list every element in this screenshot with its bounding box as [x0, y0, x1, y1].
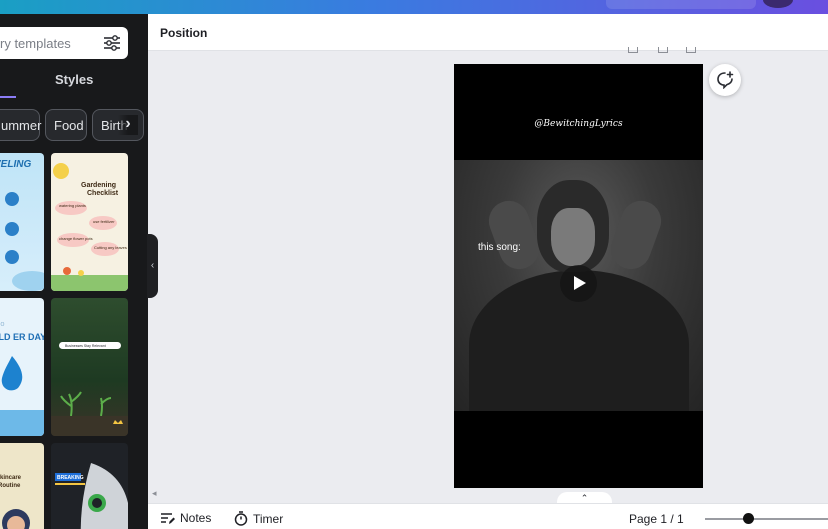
play-icon[interactable] [560, 265, 597, 302]
sliders-icon[interactable] [102, 33, 122, 53]
template-thumbnail-plant-growth[interactable]: Businesses Stay Relevant [51, 298, 128, 436]
active-tab-indicator [0, 96, 16, 98]
svg-text:Businesses Stay Relevant: Businesses Stay Relevant [65, 344, 106, 348]
video-caption: this song: [478, 242, 521, 253]
lock-page-icon[interactable] [628, 47, 638, 53]
timer-icon [234, 511, 248, 526]
travel-template-art: VELING [0, 159, 44, 291]
chevron-up-icon: ⌃ [580, 493, 589, 503]
svg-text:RLD ER DAY: RLD ER DAY [0, 332, 44, 342]
tab-styles[interactable]: Styles [55, 72, 93, 87]
svg-text:Checklist: Checklist [87, 190, 119, 197]
sidebar-tabs: Styles [0, 68, 148, 98]
skincare-template-art: Skincare Routine [0, 475, 30, 529]
timer-button[interactable]: Timer [234, 511, 283, 526]
svg-text:Routine: Routine [0, 483, 21, 489]
svg-text:change flower pots: change flower pots [59, 236, 93, 241]
add-page-icon[interactable] [686, 47, 696, 53]
top-bar-search-pill[interactable] [606, 0, 756, 9]
horizontal-scrollbar[interactable]: ◂ [148, 488, 828, 501]
template-thumbnail-traveling[interactable]: VELING [0, 153, 44, 291]
design-page[interactable]: @BewitchingLyrics this song: [454, 64, 703, 488]
notes-label: Notes [180, 511, 212, 525]
timer-label: Timer [253, 511, 284, 526]
chevron-right-icon[interactable]: › [118, 115, 138, 135]
category-chip-food[interactable]: Food [45, 109, 87, 141]
context-toolbar: Position [148, 14, 828, 51]
water-day-template-art: A O RLD ER DAY [0, 322, 44, 436]
template-title: Skincare [0, 475, 22, 481]
template-title: VELING [0, 159, 31, 170]
top-gradient-bar [0, 0, 828, 14]
plant-template-art: Businesses Stay Relevant [51, 342, 128, 436]
template-thumbnail-breaking-news[interactable]: BREAKING [51, 443, 128, 529]
zoom-slider-handle[interactable] [743, 513, 754, 524]
category-chip-summer[interactable]: ummer [0, 109, 41, 141]
watermark-text: @BewitchingLyrics [534, 119, 623, 129]
templates-sidebar: ry templates Styles ummer Food Birth › V… [0, 14, 148, 529]
collapse-sidebar-handle[interactable]: ‹ [147, 234, 158, 298]
duplicate-page-icon[interactable] [658, 47, 668, 53]
position-button[interactable]: Position [160, 26, 207, 40]
breaking-news-template-art: BREAKING [55, 463, 128, 529]
template-search-input[interactable]: ry templates [0, 27, 128, 59]
comment-add-icon [717, 71, 734, 89]
avatar[interactable] [763, 0, 793, 8]
search-placeholder: ry templates [0, 36, 71, 51]
zoom-slider-track[interactable] [705, 518, 828, 520]
page-action-icons [628, 47, 698, 55]
template-thumbnail-skincare-routine[interactable]: Skincare Routine [0, 443, 44, 529]
notes-icon [161, 512, 175, 524]
editor-footer: Notes Timer Page 1 / 1 [148, 503, 828, 529]
video-frame-left-arm [483, 195, 545, 275]
scroll-left-icon[interactable]: ◂ [152, 488, 157, 499]
gardening-template-art: Gardening Checklist watering plants use … [51, 163, 128, 291]
template-title: Gardening [81, 182, 116, 189]
video-frame-right-arm [605, 195, 667, 275]
template-thumbnail-water-day[interactable]: A O RLD ER DAY [0, 298, 44, 436]
svg-text:Cutting any leaves: Cutting any leaves [94, 245, 127, 250]
template-thumbnail-gardening-checklist[interactable]: Gardening Checklist watering plants use … [51, 153, 128, 291]
svg-text:watering plants: watering plants [59, 203, 86, 208]
notes-button[interactable]: Notes [160, 511, 211, 525]
svg-text:BREAKING: BREAKING [57, 475, 84, 481]
page-indicator[interactable]: Page 1 / 1 [629, 512, 684, 526]
svg-text:A O: A O [0, 322, 4, 328]
video-frame-person-face [551, 208, 595, 266]
svg-text:use fertilizer: use fertilizer [93, 219, 115, 224]
video-element[interactable]: this song: [454, 160, 703, 411]
add-comment-button[interactable] [709, 64, 741, 96]
